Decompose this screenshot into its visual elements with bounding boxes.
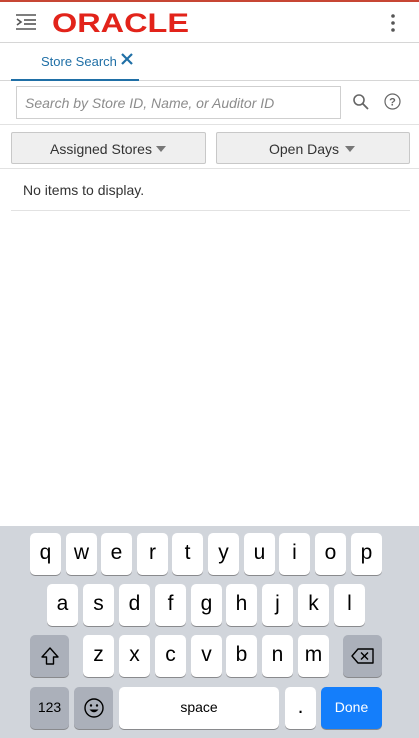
- key-g[interactable]: g: [191, 584, 222, 626]
- help-icon[interactable]: ?: [384, 93, 401, 110]
- app-header: ORACLE: [0, 2, 419, 43]
- key-w[interactable]: w: [66, 533, 97, 575]
- key-d[interactable]: d: [119, 584, 150, 626]
- done-key[interactable]: Done: [321, 687, 382, 729]
- close-icon[interactable]: [119, 51, 135, 67]
- key-x[interactable]: x: [119, 635, 150, 677]
- kebab-more-icon[interactable]: [384, 12, 402, 34]
- period-key[interactable]: .: [285, 687, 316, 729]
- key-v[interactable]: v: [191, 635, 222, 677]
- key-r[interactable]: r: [137, 533, 168, 575]
- svg-text:?: ?: [389, 97, 396, 109]
- emoji-key[interactable]: [74, 687, 113, 729]
- backspace-icon: [350, 648, 374, 664]
- key-j[interactable]: j: [262, 584, 293, 626]
- search-input[interactable]: [16, 86, 341, 119]
- oracle-logo-text: ORACLE: [52, 8, 189, 36]
- empty-results-message: No items to display.: [23, 182, 145, 198]
- key-a[interactable]: a: [47, 584, 78, 626]
- numbers-key[interactable]: 123: [30, 687, 69, 729]
- tab-bar: Store Search: [0, 43, 419, 81]
- key-z[interactable]: z: [83, 635, 114, 677]
- key-n[interactable]: n: [262, 635, 293, 677]
- navigation-menu-icon[interactable]: [15, 13, 37, 31]
- assigned-stores-filter-button[interactable]: Assigned Stores: [11, 132, 206, 164]
- caret-down-icon: [345, 146, 355, 152]
- key-t[interactable]: t: [172, 533, 203, 575]
- caret-down-icon: [156, 146, 166, 152]
- key-b[interactable]: b: [226, 635, 257, 677]
- key-s[interactable]: s: [83, 584, 114, 626]
- search-icon[interactable]: [352, 93, 370, 111]
- space-key[interactable]: space: [119, 687, 279, 729]
- divider: [11, 210, 410, 211]
- shift-key[interactable]: [30, 635, 69, 677]
- key-q[interactable]: q: [30, 533, 61, 575]
- key-y[interactable]: y: [208, 533, 239, 575]
- divider: [0, 168, 419, 169]
- shift-icon: [40, 647, 59, 665]
- tab-label: Store Search: [41, 54, 117, 69]
- key-f[interactable]: f: [155, 584, 186, 626]
- open-days-filter-button[interactable]: Open Days: [216, 132, 410, 164]
- filter-label: Assigned Stores: [50, 141, 152, 157]
- backspace-key[interactable]: [343, 635, 382, 677]
- key-e[interactable]: e: [101, 533, 132, 575]
- key-u[interactable]: u: [244, 533, 275, 575]
- divider: [0, 124, 419, 125]
- key-k[interactable]: k: [298, 584, 329, 626]
- key-l[interactable]: l: [334, 584, 365, 626]
- tab-store-search[interactable]: Store Search: [11, 43, 139, 81]
- key-m[interactable]: m: [298, 635, 329, 677]
- key-o[interactable]: o: [315, 533, 346, 575]
- filter-label: Open Days: [269, 141, 340, 157]
- key-p[interactable]: p: [351, 533, 382, 575]
- oracle-logo: ORACLE: [52, 8, 189, 36]
- key-i[interactable]: i: [279, 533, 310, 575]
- app-frame: ORACLE Store Search ? Assigned Stores Op: [0, 0, 419, 738]
- key-h[interactable]: h: [226, 584, 257, 626]
- on-screen-keyboard: q w e r t y u i o p a s d f g h j k l z …: [0, 526, 419, 738]
- emoji-icon: [83, 698, 104, 718]
- key-c[interactable]: c: [155, 635, 186, 677]
